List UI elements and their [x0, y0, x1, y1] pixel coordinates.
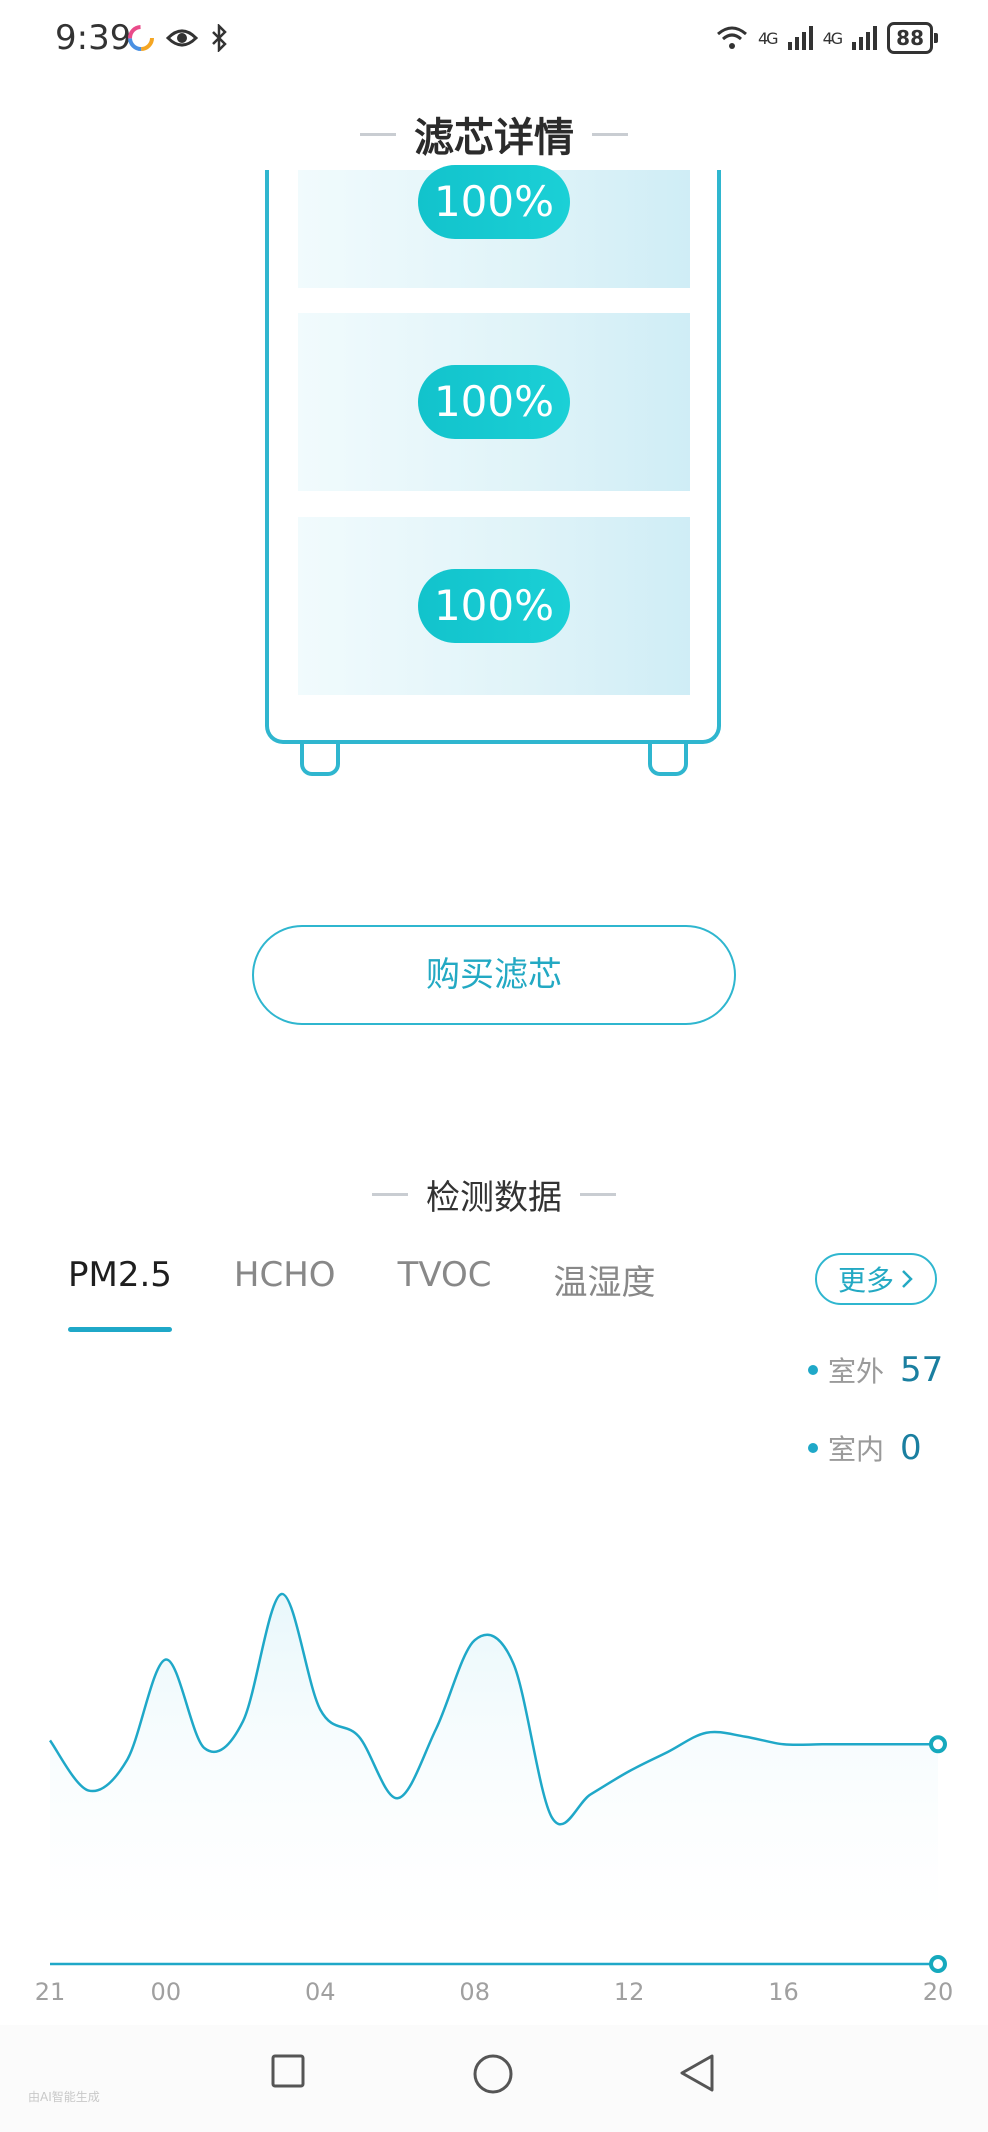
- status-time: 9:39: [55, 18, 132, 58]
- recent-apps-icon[interactable]: [270, 2053, 306, 2089]
- signal-label-1: 4G: [758, 28, 779, 48]
- back-icon[interactable]: [678, 2053, 716, 2093]
- more-button[interactable]: 更多: [815, 1253, 937, 1305]
- outdoor-area-fill: [50, 1593, 938, 1964]
- page-title-text: 滤芯详情: [414, 115, 574, 161]
- legend-outdoor-value: 57: [900, 1350, 944, 1390]
- outdoor-end-marker: [929, 1735, 947, 1754]
- wifi-icon: [717, 26, 747, 49]
- x-tick-label: 21: [35, 1978, 66, 2006]
- detect-title-text: 检测数据: [426, 1178, 562, 1218]
- signal-icon-2: [852, 26, 878, 50]
- filter-percent-2: 100%: [418, 365, 570, 439]
- more-label: 更多: [837, 1264, 894, 1297]
- filter-panel-3: 100%: [298, 517, 690, 695]
- device-foot-left: [300, 740, 340, 776]
- x-tick-label: 16: [768, 1978, 799, 2006]
- system-nav-bar: [0, 2025, 988, 2132]
- legend-outdoor-dot: [808, 1365, 818, 1375]
- legend-indoor-label: 室内: [828, 1433, 885, 1466]
- filter-panel-2: 100%: [298, 313, 690, 491]
- metric-tabs: PM2.5 HCHO TVOC 温湿度: [68, 1255, 656, 1332]
- detect-divider-right: [580, 1193, 616, 1196]
- tab-tvoc[interactable]: TVOC: [398, 1255, 492, 1304]
- legend-indoor: 室内 0: [808, 1428, 922, 1468]
- title-divider-right: [592, 132, 628, 136]
- eye-icon: [166, 29, 198, 47]
- legend-outdoor: 室外 57: [808, 1350, 943, 1390]
- watermark-label: 由AI智能生成: [28, 2090, 100, 2104]
- device-foot-right: [648, 740, 688, 776]
- tab-hcho[interactable]: HCHO: [234, 1255, 336, 1304]
- detect-divider-left: [372, 1193, 408, 1196]
- x-tick-label: 20: [923, 1978, 954, 2006]
- status-icons-left: [128, 24, 228, 52]
- filter-percent-3: 100%: [418, 569, 570, 643]
- x-axis-labels: 21 00 04 08 12 16 20: [35, 1978, 954, 2006]
- legend-indoor-dot: [808, 1443, 818, 1453]
- tab-temp-humidity[interactable]: 温湿度: [554, 1255, 656, 1304]
- signal-label-2: 4G: [822, 28, 844, 48]
- battery-icon: 88: [887, 22, 938, 54]
- chevron-right-icon: [902, 1270, 913, 1288]
- home-icon[interactable]: [472, 2053, 514, 2095]
- x-tick-label: 04: [305, 1978, 336, 2006]
- legend-indoor-value: 0: [900, 1428, 922, 1468]
- buy-filter-button[interactable]: 购买滤芯: [252, 925, 736, 1025]
- title-divider-left: [360, 132, 396, 136]
- filter-percent-1: 100%: [418, 165, 570, 239]
- detect-section-title: 检测数据: [0, 1170, 988, 1219]
- status-icons-right: 4G 4G 88: [716, 22, 938, 54]
- app-notification-icon: [128, 25, 154, 51]
- legend-outdoor-label: 室外: [828, 1355, 885, 1388]
- signal-icon-1: [787, 26, 813, 50]
- filter-panel-1: 100%: [298, 165, 690, 288]
- tab-pm25[interactable]: PM2.5: [68, 1255, 172, 1332]
- page-title: 滤芯详情: [0, 105, 988, 163]
- bluetooth-icon: [212, 24, 227, 52]
- indoor-end-marker: [929, 1955, 947, 1973]
- pm25-line-chart: 21 00 04 08 12 16 20: [35, 1592, 954, 2006]
- x-tick-label: 12: [614, 1978, 645, 2006]
- x-tick-label: 00: [151, 1978, 182, 2006]
- x-tick-label: 08: [459, 1978, 490, 2006]
